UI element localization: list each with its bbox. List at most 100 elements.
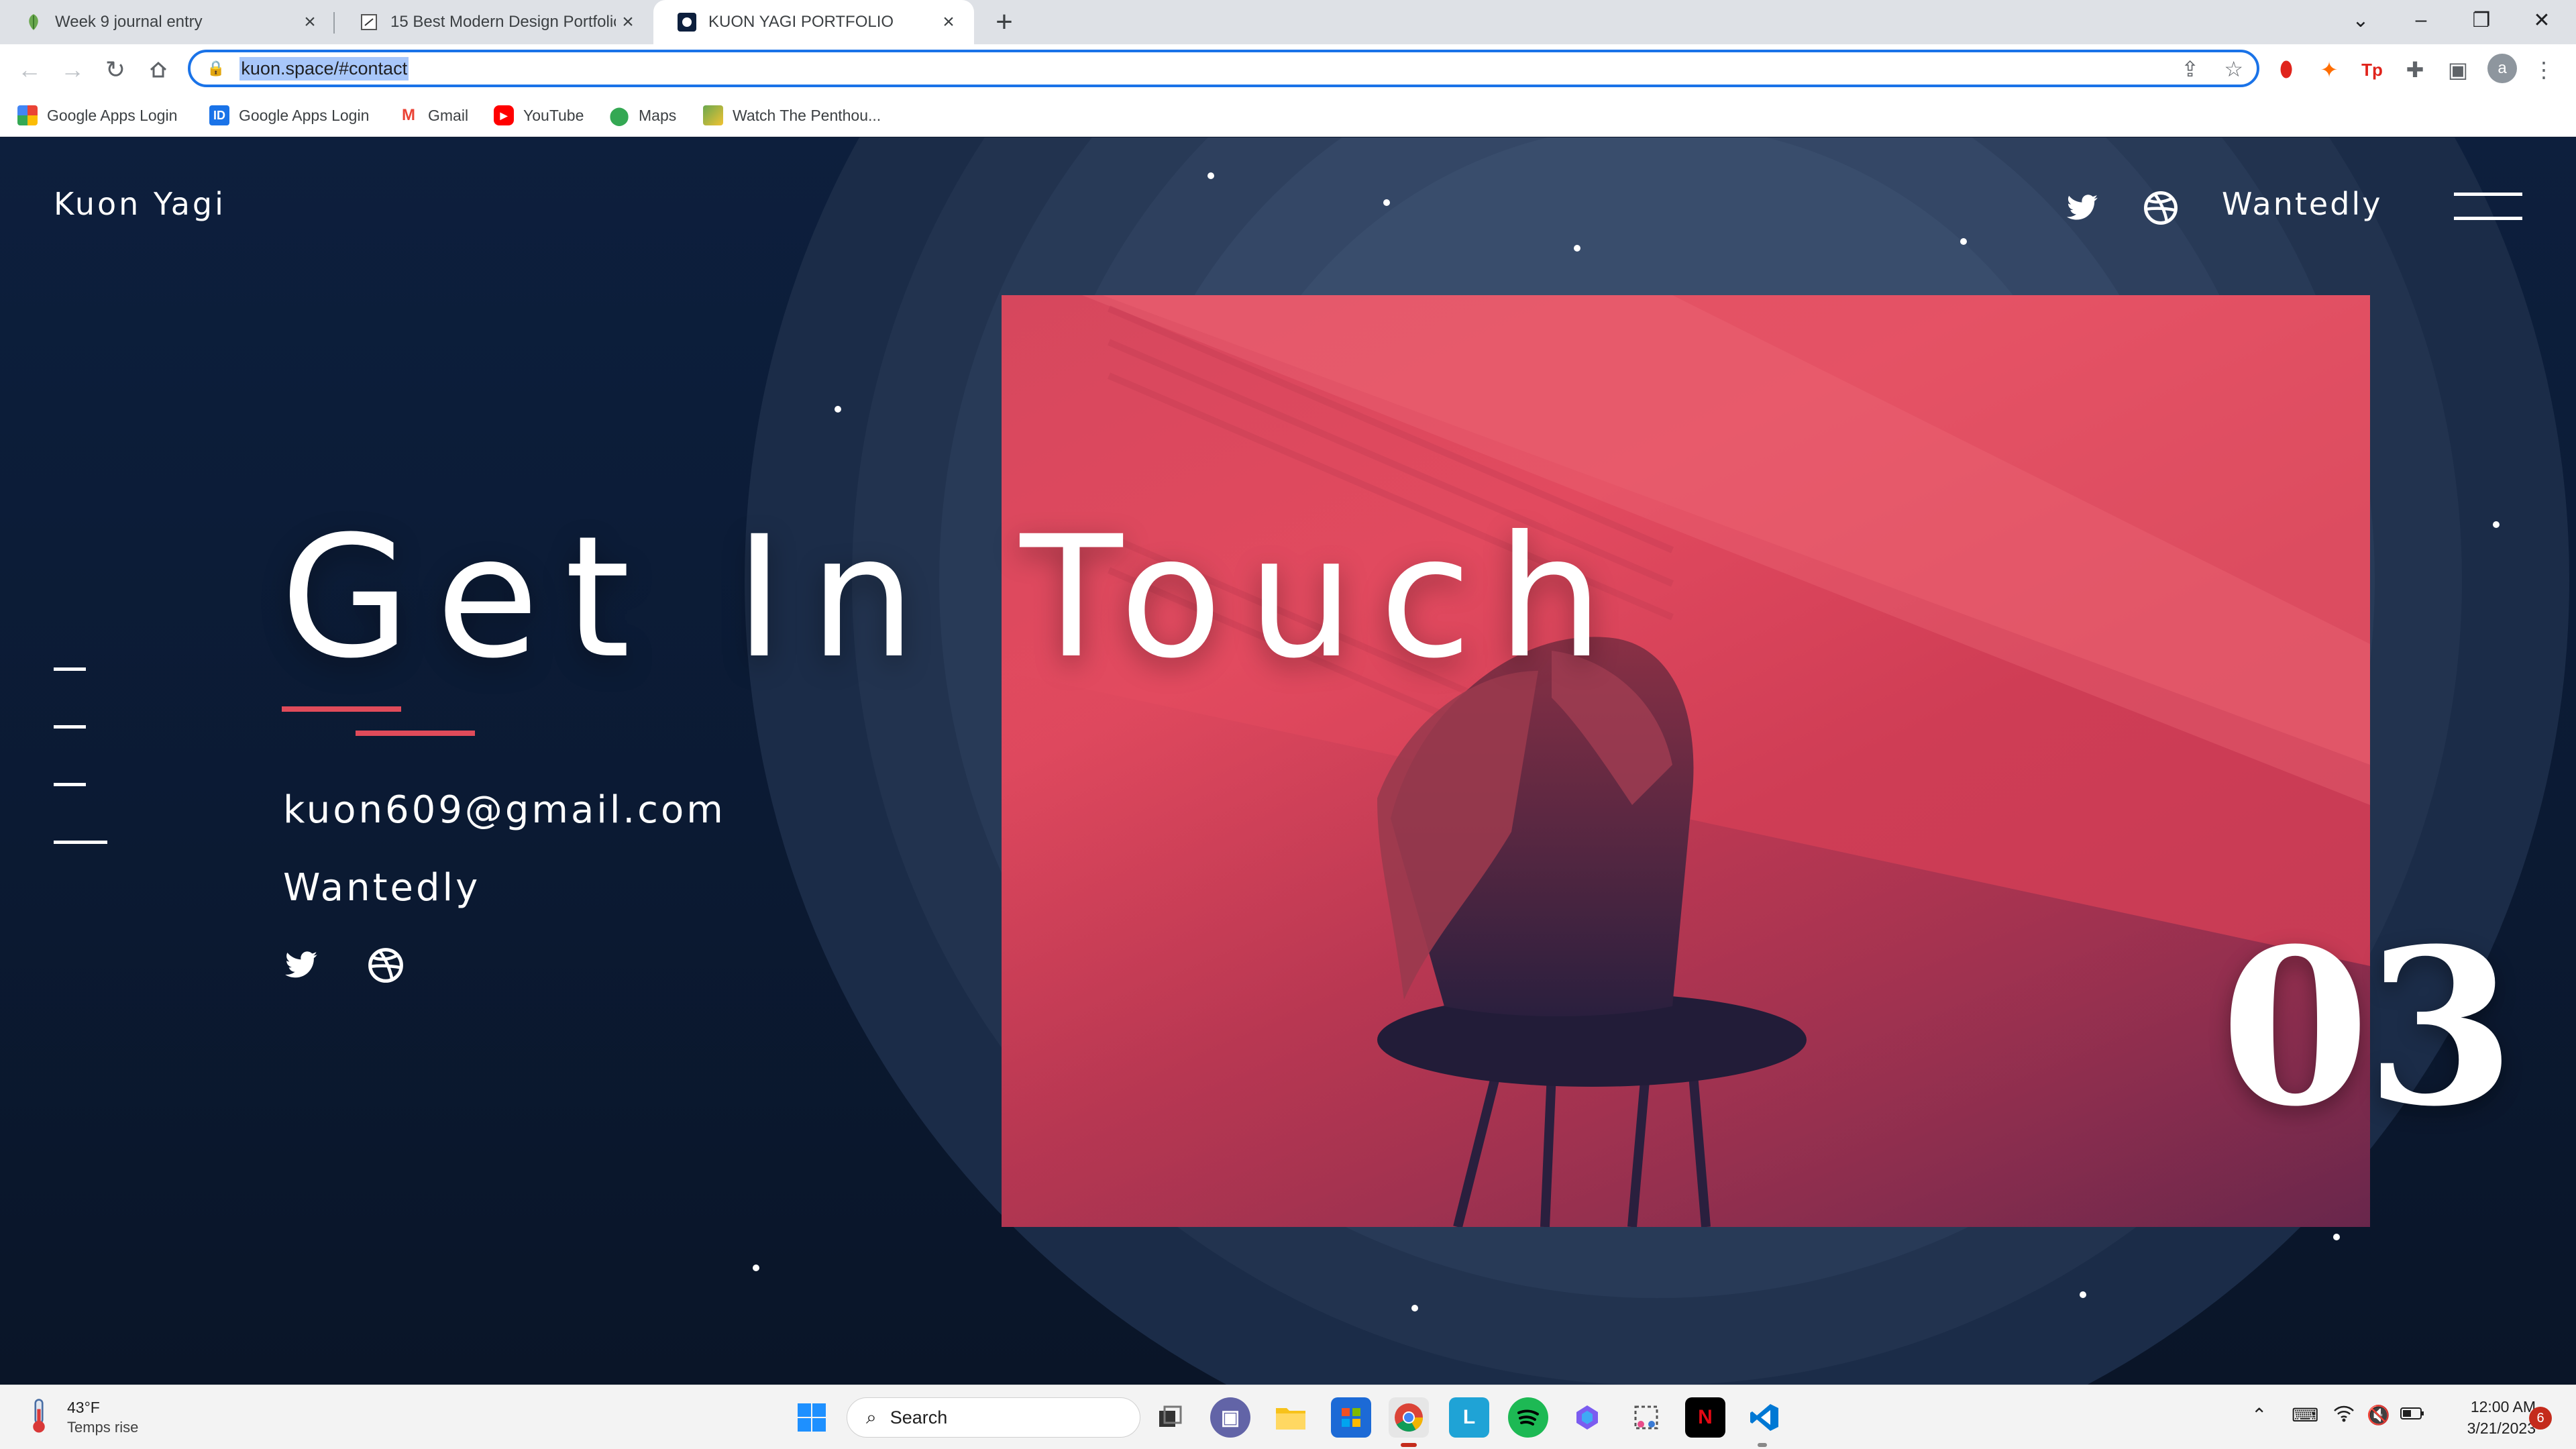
tab-week9[interactable]: Week 9 journal entry × [0,0,335,44]
lock-icon: 🔒 [207,60,225,76]
dribbble-icon[interactable] [367,947,405,984]
bookmark-label: Maps [639,106,677,124]
leaf-icon [24,13,43,32]
star-dot [1208,172,1214,179]
vscode-icon[interactable] [1744,1397,1784,1438]
sidepanel-icon[interactable]: ▣ [2442,54,2474,86]
tab-title: Week 9 journal entry [55,13,203,31]
tab-title: 15 Best Modern Design Portfolio [390,13,616,31]
vscode-running-indicator [1758,1443,1767,1447]
new-tab-button[interactable]: + [987,5,1021,39]
accent-underline [282,706,401,712]
bookmark-label: Watch The Penthou... [733,106,881,124]
tab-title: KUON YAGI PORTFOLIO [708,13,894,31]
puzzle-icon[interactable]: ✚ [2399,54,2431,86]
chevron-up-icon[interactable]: ⌃ [2251,1404,2267,1426]
snipping-tool-icon[interactable] [1626,1397,1666,1438]
system-clock[interactable]: 12:00 AM 3/21/2023 [2435,1396,2536,1439]
chrome-icon[interactable] [1389,1397,1429,1438]
nav-wantedly-link[interactable]: Wantedly [2222,186,2382,222]
youtube-icon: ▶ [494,105,514,125]
bookmark-star-icon[interactable]: ☆ [2224,56,2243,82]
flame-icon[interactable]: ✦ [2313,54,2345,86]
weather-widget[interactable]: 43°F Temps rise [27,1397,138,1438]
windows-taskbar: 43°F Temps rise ⌕ Search ▣ L N ⌃ ⌨ 🔇 12:… [0,1385,2576,1449]
spotify-icon[interactable] [1508,1397,1548,1438]
l-app-icon[interactable]: L [1449,1397,1489,1438]
star-dot [2333,1234,2340,1240]
tab-kuon-yagi[interactable]: KUON YAGI PORTFOLIO × [653,0,974,44]
volume-muted-icon[interactable]: 🔇 [2367,1404,2390,1426]
star-dot [2493,521,2500,528]
bookmark-maps[interactable]: ⬤ Maps [609,103,676,127]
tab-strip: Week 9 journal entry × 15 Best Modern De… [0,0,2576,44]
twitter-icon[interactable] [282,948,321,983]
bookmark-google-apps-login-2[interactable]: ID Google Apps Login [209,103,369,127]
hamburger-menu-icon[interactable] [2454,190,2522,227]
share-icon[interactable]: ⇪ [2181,56,2199,82]
back-icon[interactable]: ← [11,51,48,89]
page-title: Get In Touch [280,500,1629,695]
file-explorer-icon[interactable] [1271,1397,1311,1438]
bookmark-google-apps-login[interactable]: Google Apps Login [17,103,177,127]
section-pager [54,667,107,869]
notification-badge[interactable]: 6 [2529,1407,2552,1430]
bookmark-label: Gmail [428,106,469,124]
restore-button[interactable]: ❐ [2451,0,2512,40]
taskbar-search[interactable]: ⌕ Search [847,1397,1140,1438]
bookmark-youtube[interactable]: ▶ YouTube [494,103,584,127]
teams-chat-icon[interactable]: ▣ [1210,1397,1250,1438]
pager-dash-3[interactable] [54,783,86,786]
home-icon[interactable] [140,51,177,89]
bookmark-watch-penthouse[interactable]: Watch The Penthou... [703,103,881,127]
store-icon[interactable] [1331,1397,1371,1438]
wantedly-link[interactable]: Wantedly [283,866,480,910]
opera-icon[interactable]: ⬮ [2270,54,2302,86]
tp-icon[interactable]: Tp [2356,54,2388,86]
star-dot [1574,245,1580,252]
tab-search-icon[interactable]: ⌄ [2330,0,2391,40]
chrome-active-indicator [1401,1443,1417,1447]
reload-icon[interactable]: ↻ [97,51,134,89]
task-view-icon[interactable] [1150,1397,1190,1438]
watch-icon [703,105,723,125]
close-icon[interactable]: × [298,10,322,34]
address-bar[interactable]: 🔒 kuon.space/#contact ⇪ ☆ [188,50,2259,87]
dribbble-icon[interactable] [2143,190,2179,226]
bookmark-label: YouTube [523,106,584,124]
close-icon[interactable]: × [616,10,640,34]
bookmark-gmail[interactable]: M Gmail [398,103,468,127]
accent-underline [356,731,475,736]
twitter-icon[interactable] [2063,191,2101,225]
keyboard-icon[interactable]: ⌨ [2292,1404,2318,1426]
forward-icon[interactable]: → [54,51,91,89]
tab-design-portfolio[interactable]: 15 Best Modern Design Portfolio × [335,0,653,44]
url-text[interactable]: kuon.space/#contact [239,56,409,80]
wifi-icon[interactable] [2333,1404,2355,1428]
netflix-icon[interactable]: N [1685,1397,1725,1438]
pager-dash-1[interactable] [54,667,86,671]
site-logo[interactable]: Kuon Yagi [54,186,226,222]
star-dot [753,1265,759,1271]
pager-dash-4-active[interactable] [54,841,107,844]
close-icon[interactable]: × [936,10,961,34]
tab-divider [333,12,335,34]
windows-start-icon[interactable] [792,1397,832,1438]
menu-dots-icon[interactable]: ⋮ [2528,54,2560,86]
portfolio-page: Kuon Yagi Wantedly Get In Touch kuon609@… [0,138,2576,1385]
profile-avatar[interactable]: a [2487,54,2517,83]
bookmarks-bar: Google Apps Login ID Google Apps Login M… [0,94,2576,137]
email-link[interactable]: kuon609@gmail.com [283,788,726,832]
close-window-button[interactable]: ✕ [2512,0,2572,40]
weather-temp: 43°F [67,1399,100,1416]
minimize-button[interactable]: – [2391,0,2451,40]
battery-icon[interactable] [2400,1404,2424,1426]
thermometer-icon [33,1399,45,1433]
star-dot [2080,1291,2086,1298]
pager-dash-2[interactable] [54,725,86,729]
search-placeholder: Search [890,1407,948,1428]
page-icon [360,13,378,32]
star-dot [1383,199,1390,206]
copilot-icon[interactable] [1567,1397,1607,1438]
clock-date: 3/21/2023 [2467,1419,2536,1437]
